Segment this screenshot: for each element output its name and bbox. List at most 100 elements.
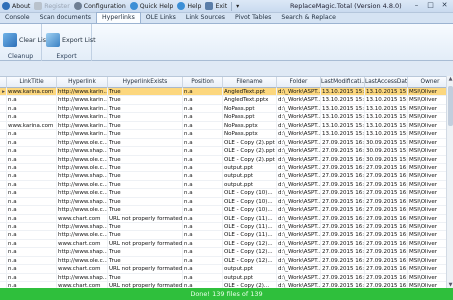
cell-folder[interactable]: d:\_Work\ASPT... (277, 172, 321, 180)
cell-hyperlink[interactable]: http://www.shap... (57, 197, 108, 206)
current-row-indicator-icon[interactable]: ▸ (0, 88, 7, 96)
cell-lastaccessdate[interactable]: 30.09.2015 15:... (365, 138, 408, 147)
cell-linktitle[interactable]: www.karina.com (7, 88, 57, 96)
close-button[interactable]: ✕ (438, 1, 451, 11)
row-indicator[interactable] (0, 197, 7, 206)
cell-folder[interactable]: d:\_Work\ASPT... (277, 214, 321, 222)
row-indicator[interactable] (0, 104, 7, 113)
cell-filename[interactable]: AngledText.pptx (223, 96, 277, 104)
customize-toolbar-button[interactable]: ▾ (234, 0, 241, 13)
cell-hyperlink[interactable]: www.chart.com (57, 239, 108, 248)
cell-position[interactable]: n.a (183, 248, 223, 256)
cell-filename[interactable]: OLE - Copy (11)... (223, 223, 277, 231)
vertical-scrollbar[interactable]: ▲ ▼ (446, 76, 453, 288)
cell-filename[interactable]: output.ppt (223, 172, 277, 180)
cell-filename[interactable]: NoPass.ppt (223, 113, 277, 121)
cell-folder[interactable]: d:\_Work\ASPT... (277, 104, 321, 113)
cell-lastmodified[interactable]: 27.09.2015 16:... (321, 273, 365, 282)
cell-linktitle[interactable]: n.a (7, 104, 57, 113)
cell-lastaccessdate[interactable]: 13.10.2015 15:... (365, 130, 408, 138)
cell-position[interactable]: n.a (183, 223, 223, 231)
cell-linktitle[interactable]: n.a (7, 155, 57, 163)
cell-linktitle[interactable]: n.a (7, 206, 57, 214)
row-indicator[interactable] (0, 206, 7, 214)
cell-position[interactable]: n.a (183, 96, 223, 104)
cell-filename[interactable]: output.ppt (223, 180, 277, 189)
cell-lastaccessdate[interactable]: 13.10.2015 15:... (365, 113, 408, 121)
cell-position[interactable]: n.a (183, 138, 223, 147)
cell-folder[interactable]: d:\_Work\ASPT... (277, 130, 321, 138)
cell-filename[interactable]: AngledText.ppt (223, 88, 277, 96)
table-row[interactable]: n.a http://www.ole.c... True n.a OLE - Copy … (0, 206, 453, 215)
tab-scan-documents[interactable]: Scan documents (35, 13, 96, 23)
cell-hyperlink[interactable]: www.chart.com (57, 265, 108, 273)
cell-hyperlinkexists[interactable]: True (108, 231, 183, 239)
cell-lastaccessdate[interactable]: 27.09.2015 16:... (365, 214, 408, 222)
cell-lastmodified[interactable]: 27.09.2015 16:... (321, 265, 365, 273)
table-row[interactable]: n.a http://www.karin... True n.a NoPass.pptx… (0, 130, 453, 139)
tab-pivot-tables[interactable]: Pivot Tables (230, 13, 276, 23)
column-header-lastaccessdate[interactable]: LastAccessDate (365, 77, 408, 88)
cell-hyperlinkexists[interactable]: True (108, 273, 183, 282)
cell-hyperlinkexists[interactable]: True (108, 113, 183, 121)
table-row[interactable]: n.a http://www.ole.c... True n.a output.ppt d… (0, 180, 453, 190)
cell-hyperlink[interactable]: http://www.ole.c... (57, 256, 108, 265)
row-indicator[interactable] (0, 155, 7, 163)
cell-hyperlink[interactable]: http://www.shap... (57, 273, 108, 282)
cell-filename[interactable]: OLE - Copy (2).ppt (223, 147, 277, 155)
cell-filename[interactable]: NoPass.pptx (223, 130, 277, 138)
cell-linktitle[interactable]: n.a (7, 239, 57, 248)
cell-filename[interactable]: NoPass.ppt (223, 104, 277, 113)
cell-filename[interactable]: OLE - Copy (2).ppt (223, 138, 277, 147)
cell-position[interactable]: n.a (183, 130, 223, 138)
cell-filename[interactable]: OLE - Copy (11)... (223, 214, 277, 222)
table-row[interactable]: n.a http://www.shap... True n.a OLE - Copy (… (0, 147, 453, 156)
row-indicator[interactable] (0, 113, 7, 121)
row-indicator[interactable] (0, 248, 7, 256)
cell-folder[interactable]: d:\_Work\ASPT... (277, 265, 321, 273)
table-row[interactable]: n.a http://www.shap... True n.a output.ppt d:… (0, 172, 453, 181)
cell-hyperlinkexists[interactable]: True (108, 163, 183, 172)
cell-lastaccessdate[interactable]: 13.10.2015 15:... (365, 88, 408, 96)
cell-folder[interactable]: d:\_Work\ASPT... (277, 256, 321, 265)
row-indicator[interactable] (0, 256, 7, 265)
cell-lastaccessdate[interactable]: 27.09.2015 16:... (365, 248, 408, 256)
cell-hyperlinkexists[interactable]: URL not properly formated! (108, 214, 183, 222)
cell-position[interactable]: n.a (183, 206, 223, 214)
cell-lastaccessdate[interactable]: 27.09.2015 16:... (365, 256, 408, 265)
cell-lastmodified[interactable]: 13.10.2015 15:... (321, 113, 365, 121)
cell-hyperlink[interactable]: http://www.karin... (57, 121, 108, 130)
cell-filename[interactable]: output.ppt (223, 163, 277, 172)
cell-lastmodified[interactable]: 27.09.2015 16:... (321, 197, 365, 206)
cell-filename[interactable]: OLE - Copy (12)... (223, 248, 277, 256)
cell-hyperlink[interactable]: http://www.ole.c... (57, 163, 108, 172)
cell-hyperlink[interactable]: http://www.ole.c... (57, 206, 108, 214)
cell-hyperlinkexists[interactable]: True (108, 138, 183, 147)
table-row[interactable]: n.a http://www.karin... True n.a NoPass.ppt d… (0, 104, 453, 114)
minimize-button[interactable]: – (410, 1, 423, 11)
cell-hyperlink[interactable]: http://www.karin... (57, 130, 108, 138)
cell-linktitle[interactable]: n.a (7, 147, 57, 155)
cell-filename[interactable]: OLE - Copy (10)... (223, 189, 277, 197)
table-row[interactable]: n.a http://www.shap... True n.a OLE - Copy (… (0, 248, 453, 257)
cell-linktitle[interactable]: n.a (7, 163, 57, 172)
cell-lastmodified[interactable]: 27.09.2015 16:... (321, 214, 365, 222)
cell-hyperlink[interactable]: www.chart.com (57, 214, 108, 222)
cell-lastmodified[interactable]: 27.09.2015 16:... (321, 248, 365, 256)
cell-lastaccessdate[interactable]: 13.10.2015 15:... (365, 96, 408, 104)
table-row[interactable]: www.karina.com http://www.karin... True n.a… (0, 121, 453, 131)
table-row[interactable]: n.a http://www.ole.c... True n.a OLE - Copy … (0, 189, 453, 198)
tab-search-replace[interactable]: Search & Replace (276, 13, 341, 23)
maximize-button[interactable]: □ (424, 1, 437, 11)
cell-hyperlink[interactable]: http://www.shap... (57, 147, 108, 155)
table-row[interactable]: n.a http://www.ole.c... True n.a OLE - Copy … (0, 231, 453, 240)
table-row[interactable]: n.a www.chart.com URL not properly formate… (0, 239, 453, 249)
cell-filename[interactable]: OLE - Copy (12)... (223, 256, 277, 265)
cell-hyperlinkexists[interactable]: True (108, 147, 183, 155)
row-indicator[interactable] (0, 130, 7, 138)
cell-lastmodified[interactable]: 27.09.2015 16:... (321, 155, 365, 163)
cell-position[interactable]: n.a (183, 256, 223, 265)
column-header-position[interactable]: Position (183, 77, 223, 88)
cell-folder[interactable]: d:\_Work\ASPT... (277, 239, 321, 248)
row-indicator[interactable] (0, 273, 7, 282)
